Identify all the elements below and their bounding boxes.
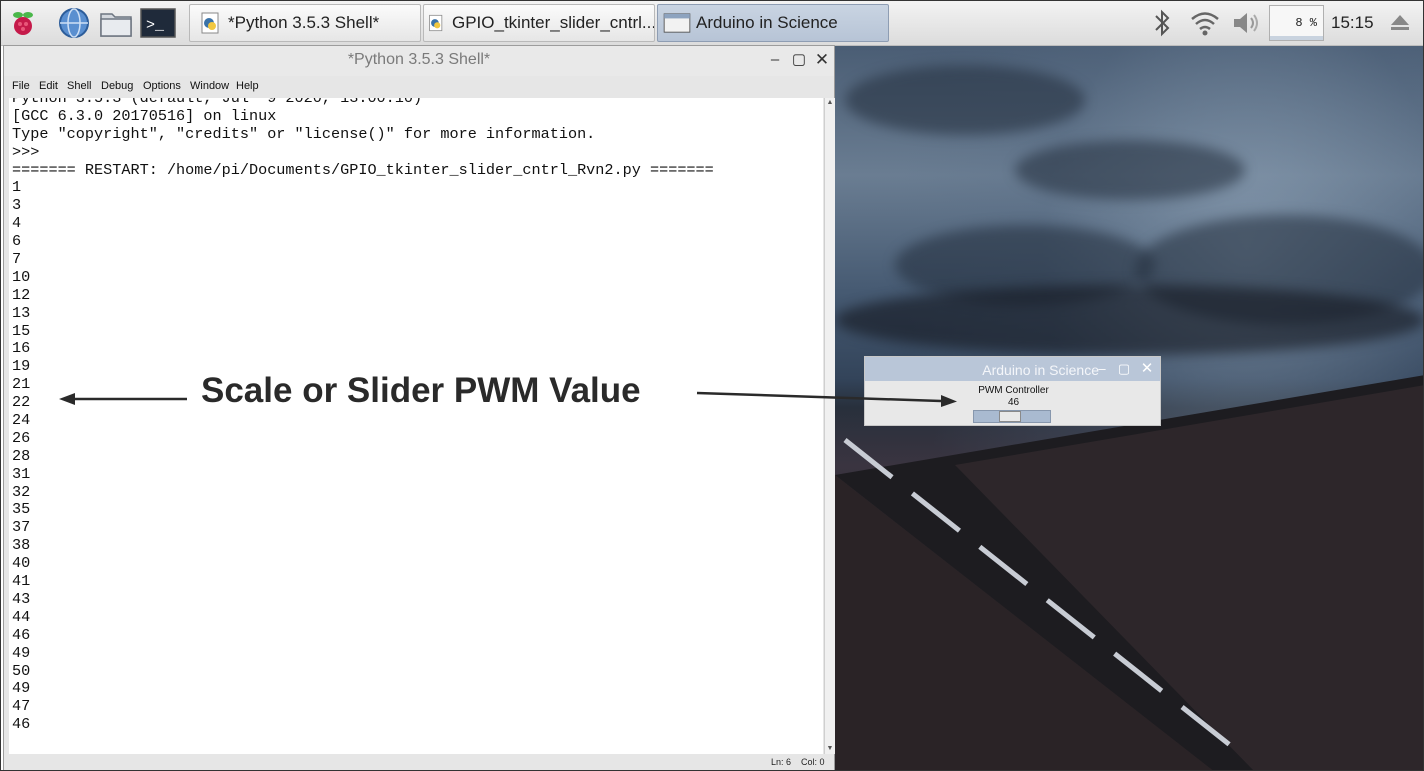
shell-output: Python 3.5.3 (default, Jul 9 2020, 13:00…: [12, 98, 714, 734]
scroll-up-arrow-icon[interactable]: ▲: [826, 99, 834, 107]
web-browser-icon[interactable]: [56, 6, 92, 40]
taskbar-task-label: GPIO_tkinter_slider_cntrl...: [452, 13, 655, 32]
cpu-monitor[interactable]: 8 %: [1269, 5, 1324, 41]
taskbar-task-label: *Python 3.5.3 Shell*: [228, 13, 380, 32]
menu-window[interactable]: Window: [190, 80, 229, 92]
menu-bar: File Edit Shell Debug Options Window Hel…: [4, 76, 834, 98]
shell-line: 31: [12, 464, 31, 483]
window-title: *Python 3.5.3 Shell*: [347, 51, 491, 68]
close-button[interactable]: ✕: [813, 51, 831, 69]
file-manager-icon[interactable]: [98, 6, 134, 40]
shell-line: 46: [12, 715, 31, 734]
vertical-scrollbar[interactable]: ▲ ▼: [824, 98, 835, 754]
shell-line: 16: [12, 339, 31, 358]
shell-line: 50: [12, 661, 31, 680]
shell-line: 7: [12, 250, 22, 269]
shell-line: 40: [12, 554, 31, 573]
shell-line: 47: [12, 697, 31, 716]
menu-shell[interactable]: Shell: [67, 80, 91, 92]
shell-line: 15: [12, 321, 31, 340]
shell-line: 26: [12, 428, 31, 447]
shell-line: 43: [12, 589, 31, 608]
shell-line: 13: [12, 303, 31, 322]
menu-options[interactable]: Options: [143, 80, 181, 92]
taskbar-task-arduino-window[interactable]: Arduino in Science: [657, 4, 889, 42]
status-col: Col: 0: [801, 757, 825, 767]
close-button[interactable]: ✕: [1139, 361, 1155, 377]
screen: >_ *Python 3.5.3 Shell* GPIO_tkinter_sli…: [0, 0, 1424, 771]
pwm-slider[interactable]: [973, 410, 1051, 423]
shell-line: 41: [12, 572, 31, 591]
maximize-button[interactable]: ▢: [1116, 361, 1132, 377]
svg-text:>_: >_: [146, 17, 165, 34]
scale-label: PWM Controller: [978, 385, 1049, 396]
shell-line: 24: [12, 411, 31, 430]
shell-line: 46: [12, 625, 31, 644]
shell-line: [GCC 6.3.0 20170516] on linux: [12, 106, 277, 125]
menu-debug[interactable]: Debug: [101, 80, 133, 92]
menu-edit[interactable]: Edit: [39, 80, 58, 92]
shell-line: 28: [12, 446, 31, 465]
python-file-icon: [429, 14, 443, 32]
shell-line: 35: [12, 500, 31, 519]
shell-line: 10: [12, 267, 31, 286]
window-title: Arduino in Science: [982, 362, 1099, 378]
scroll-down-arrow-icon[interactable]: ▼: [826, 745, 834, 753]
shell-line: ======= RESTART: /home/pi/Documents/GPIO…: [12, 160, 714, 179]
volume-icon[interactable]: [1230, 7, 1264, 39]
title-bar[interactable]: Arduino in Science – ▢ ✕: [865, 357, 1160, 381]
maximize-button[interactable]: ▢: [790, 51, 808, 69]
eject-icon[interactable]: [1385, 7, 1415, 39]
cpu-graph: [1270, 36, 1323, 40]
shell-line: 49: [12, 643, 31, 662]
taskbar-task-label: Arduino in Science: [696, 13, 838, 32]
clock[interactable]: 15:15: [1331, 13, 1374, 33]
shell-line: 37: [12, 518, 31, 537]
annotation-label: Scale or Slider PWM Value: [201, 371, 641, 410]
shell-line: 4: [12, 214, 22, 233]
shell-line: >>>: [12, 142, 49, 161]
shell-line: 12: [12, 285, 31, 304]
shell-line: 38: [12, 536, 31, 555]
shell-line: 32: [12, 482, 31, 501]
terminal-icon[interactable]: >_: [140, 6, 176, 40]
window-icon: [663, 13, 691, 33]
cpu-usage-label: 8 %: [1295, 16, 1317, 30]
status-line: Ln: 6: [771, 757, 792, 767]
menu-file[interactable]: File: [12, 80, 30, 92]
shell-line: 1: [12, 178, 22, 197]
slider-handle[interactable]: [999, 411, 1021, 422]
shell-line: 49: [12, 679, 31, 698]
arduino-window: Arduino in Science – ▢ ✕ PWM Controller …: [864, 356, 1161, 426]
shell-text-area[interactable]: Python 3.5.3 (default, Jul 9 2020, 13:00…: [9, 98, 823, 754]
taskbar-task-gpio-script[interactable]: GPIO_tkinter_slider_cntrl...: [423, 4, 655, 42]
shell-line: Type "copyright", "credits" or "license(…: [12, 124, 596, 143]
wifi-icon[interactable]: [1187, 7, 1223, 39]
minimize-button[interactable]: –: [1094, 361, 1110, 377]
minimize-button[interactable]: –: [766, 51, 784, 69]
taskbar: >_ *Python 3.5.3 Shell* GPIO_tkinter_sli…: [1, 1, 1423, 46]
shell-line: 3: [12, 196, 22, 215]
status-bar: Ln: 6 Col: 0: [4, 754, 834, 770]
bluetooth-icon[interactable]: [1148, 7, 1176, 39]
menu-help[interactable]: Help: [236, 80, 259, 92]
scale-value: 46: [1007, 397, 1020, 408]
title-bar[interactable]: *Python 3.5.3 Shell* – ▢ ✕: [4, 46, 834, 76]
taskbar-task-python-shell[interactable]: *Python 3.5.3 Shell*: [189, 4, 421, 42]
python-file-icon: [201, 12, 219, 34]
shell-line: 6: [12, 232, 22, 251]
raspberry-menu-icon[interactable]: [5, 6, 41, 40]
shell-line: 44: [12, 607, 31, 626]
